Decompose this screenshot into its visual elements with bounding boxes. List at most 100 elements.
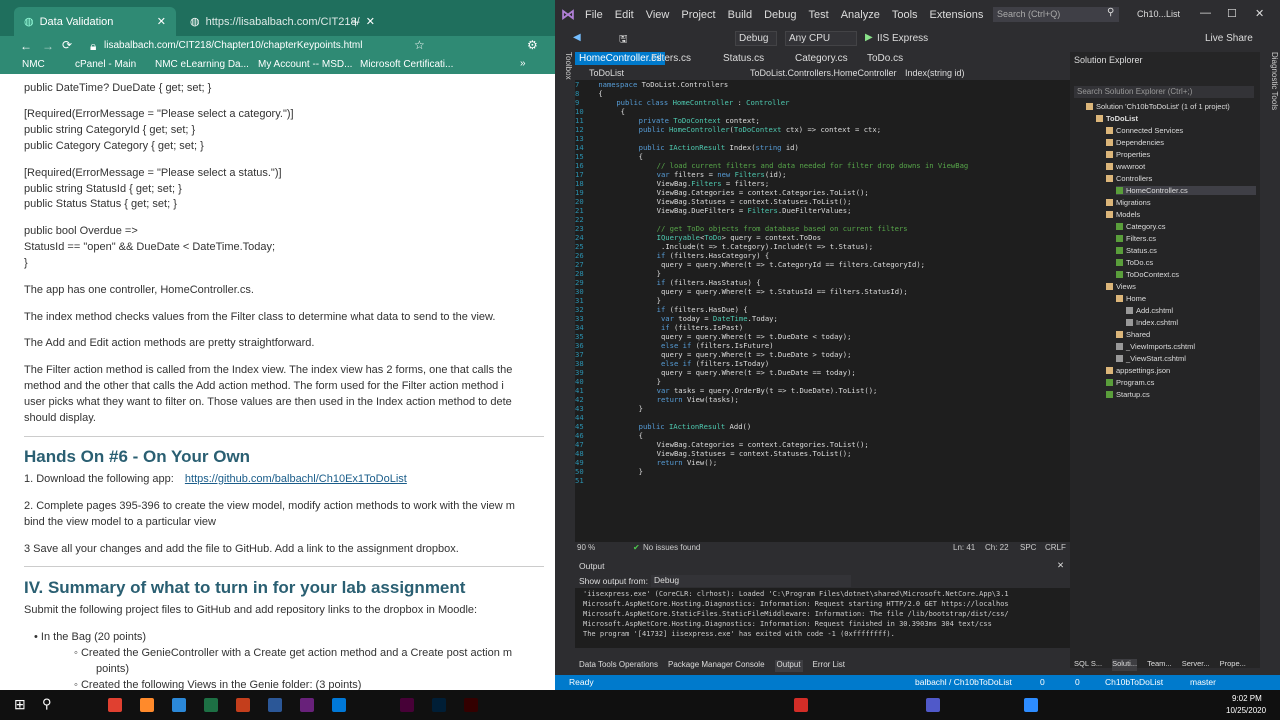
tree-item[interactable]: _ViewImports.cshtml xyxy=(1116,342,1195,351)
close-icon[interactable]: ✕ xyxy=(1057,560,1064,571)
close-icon[interactable]: ✕ xyxy=(157,15,166,28)
menu-item[interactable]: Tools xyxy=(892,9,918,21)
back-icon[interactable]: ◀ xyxy=(573,32,581,43)
back-icon[interactable]: ← xyxy=(20,39,32,53)
maximize-icon[interactable]: ☐ xyxy=(1227,7,1237,20)
clock-date[interactable]: 10/25/2020 xyxy=(1226,706,1266,715)
output-source-select[interactable]: Debug xyxy=(651,575,851,587)
tree-item[interactable]: Program.cs xyxy=(1106,378,1154,387)
run-icon[interactable]: ▶ xyxy=(865,32,873,43)
branch-name[interactable]: master xyxy=(1190,677,1216,687)
filezilla-icon[interactable] xyxy=(794,698,808,712)
search-icon[interactable]: ⚲ xyxy=(42,696,52,712)
search-input[interactable]: Search (Ctrl+Q) xyxy=(993,7,1119,22)
tree-item[interactable]: Connected Services xyxy=(1106,126,1183,135)
tree-item[interactable]: appsettings.json xyxy=(1106,366,1170,375)
bookmark-item[interactable]: NMC xyxy=(22,59,45,70)
bookmark-item[interactable]: cPanel - Main xyxy=(75,59,136,70)
tree-item[interactable]: wwwroot xyxy=(1106,162,1145,171)
clock-time[interactable]: 9:02 PM xyxy=(1232,694,1262,703)
bookmark-item[interactable]: My Account -- MSD... xyxy=(258,59,352,70)
tree-item[interactable]: Startup.cs xyxy=(1106,390,1150,399)
tree-item[interactable]: Category.cs xyxy=(1116,222,1165,231)
panel-tab[interactable]: Soluti... xyxy=(1112,659,1138,671)
output-tab[interactable]: Error List xyxy=(813,660,845,672)
forward-icon[interactable]: → xyxy=(42,39,54,53)
platform-select[interactable]: Any CPU xyxy=(785,31,857,46)
branch-repo[interactable]: Ch10bToDoList xyxy=(1105,677,1163,687)
tree-item[interactable]: Views xyxy=(1106,282,1136,291)
vscode-icon[interactable] xyxy=(332,698,346,712)
menu-item[interactable]: Test xyxy=(809,9,829,21)
bookmark-item[interactable]: Microsoft Certificati... xyxy=(360,59,453,70)
config-select[interactable]: Debug xyxy=(735,31,777,46)
tree-item[interactable]: ToDo.cs xyxy=(1116,258,1153,267)
code-editor[interactable]: 7 namespace ToDoList.Controllers 8{9 public… xyxy=(575,80,1070,542)
save-icon[interactable]: 🖫︎ xyxy=(619,32,628,49)
menu-item[interactable]: View xyxy=(646,9,670,21)
menu-item[interactable]: File xyxy=(585,9,603,21)
tree-item[interactable]: Filters.cs xyxy=(1116,234,1156,243)
menu-item[interactable]: Edit xyxy=(615,9,634,21)
visual-studio-icon[interactable] xyxy=(300,698,314,712)
toolbox-tab[interactable]: Toolbox xyxy=(557,52,573,112)
search-input[interactable]: Search Solution Explorer (Ctrl+;) xyxy=(1074,86,1254,98)
repo-name[interactable]: balbachl / Ch10bToDoList xyxy=(915,677,1012,687)
menu-item[interactable]: Project xyxy=(681,9,715,21)
tree-item[interactable]: Shared xyxy=(1116,330,1150,339)
zoom-icon[interactable] xyxy=(1024,698,1038,712)
illustrator-icon[interactable] xyxy=(464,698,478,712)
tree-item[interactable]: Dependencies xyxy=(1106,138,1164,147)
photoshop-icon[interactable] xyxy=(432,698,446,712)
more-icon[interactable]: » xyxy=(520,58,526,69)
tree-item[interactable]: ToDoList xyxy=(1096,114,1138,123)
tree-item[interactable]: _ViewStart.cshtml xyxy=(1116,354,1186,363)
document-tab[interactable]: Status.cs xyxy=(719,52,768,65)
error-count[interactable]: 0 xyxy=(1040,677,1045,687)
new-tab-button[interactable]: ＋ xyxy=(340,7,371,36)
tree-item[interactable]: Solution 'Ch10bToDoList' (1 of 1 project… xyxy=(1086,102,1230,111)
document-tab[interactable]: Category.cs xyxy=(791,52,852,65)
chrome-icon[interactable] xyxy=(108,698,122,712)
tree-item[interactable]: Migrations xyxy=(1106,198,1151,207)
menu-item[interactable]: Build xyxy=(728,9,752,21)
tree-item[interactable]: Models xyxy=(1106,210,1140,219)
tree-item[interactable]: Add.cshtml xyxy=(1126,306,1173,315)
tree-item[interactable]: Properties xyxy=(1106,150,1150,159)
nav-member[interactable]: Index(string id) xyxy=(905,68,965,78)
browser-tab[interactable]: ◍ https://lisabalbach.com/CIT218/ ✕ xyxy=(180,7,375,36)
excel-icon[interactable] xyxy=(204,698,218,712)
extension-icon[interactable]: ⚙ xyxy=(527,38,538,52)
menu-item[interactable]: Analyze xyxy=(841,9,880,21)
menu-item[interactable]: Extensions xyxy=(930,9,984,21)
url-field[interactable]: lisabalbach.com/CIT218/Chapter10/chapter… xyxy=(104,40,362,51)
powerpoint-icon[interactable] xyxy=(236,698,250,712)
panel-tab[interactable]: Team... xyxy=(1147,659,1172,671)
dreamweaver-icon[interactable] xyxy=(400,698,414,712)
bookmark-item[interactable]: NMC eLearning Da... xyxy=(155,59,249,70)
panel-tab[interactable]: Prope... xyxy=(1220,659,1246,671)
output-tab[interactable]: Package Manager Console xyxy=(668,660,765,672)
output-tab[interactable]: Data Tools Operations xyxy=(579,660,658,672)
word-icon[interactable] xyxy=(268,698,282,712)
panel-tab[interactable]: Server... xyxy=(1182,659,1210,671)
live-share-button[interactable]: Live Share xyxy=(1205,33,1253,44)
minimize-icon[interactable]: — xyxy=(1200,7,1211,19)
tree-item[interactable]: ToDoContext.cs xyxy=(1116,270,1179,279)
windows-start-icon[interactable]: ⊞ xyxy=(14,696,26,713)
close-icon[interactable]: ✕ xyxy=(1255,7,1264,20)
document-tab[interactable]: Filters.cs xyxy=(647,52,695,65)
firefox-icon[interactable] xyxy=(140,698,154,712)
menu-item[interactable]: Debug xyxy=(764,9,796,21)
panel-tab[interactable]: SQL S... xyxy=(1074,659,1102,671)
browser-tab-active[interactable]: ◍ Data Validation ✕ xyxy=(14,7,176,36)
edge-icon[interactable] xyxy=(172,698,186,712)
document-tab[interactable]: ToDo.cs xyxy=(863,52,907,65)
nav-project[interactable]: ToDoList xyxy=(589,68,624,78)
star-icon[interactable]: ☆ xyxy=(414,38,425,52)
output-tab[interactable]: Output xyxy=(774,660,803,672)
tree-item[interactable]: Controllers xyxy=(1106,174,1152,183)
reload-icon[interactable]: ⟳ xyxy=(62,38,72,52)
teams-icon[interactable] xyxy=(926,698,940,712)
diagnostic-tools-tab[interactable]: Diagnostic Tools xyxy=(1263,52,1279,132)
